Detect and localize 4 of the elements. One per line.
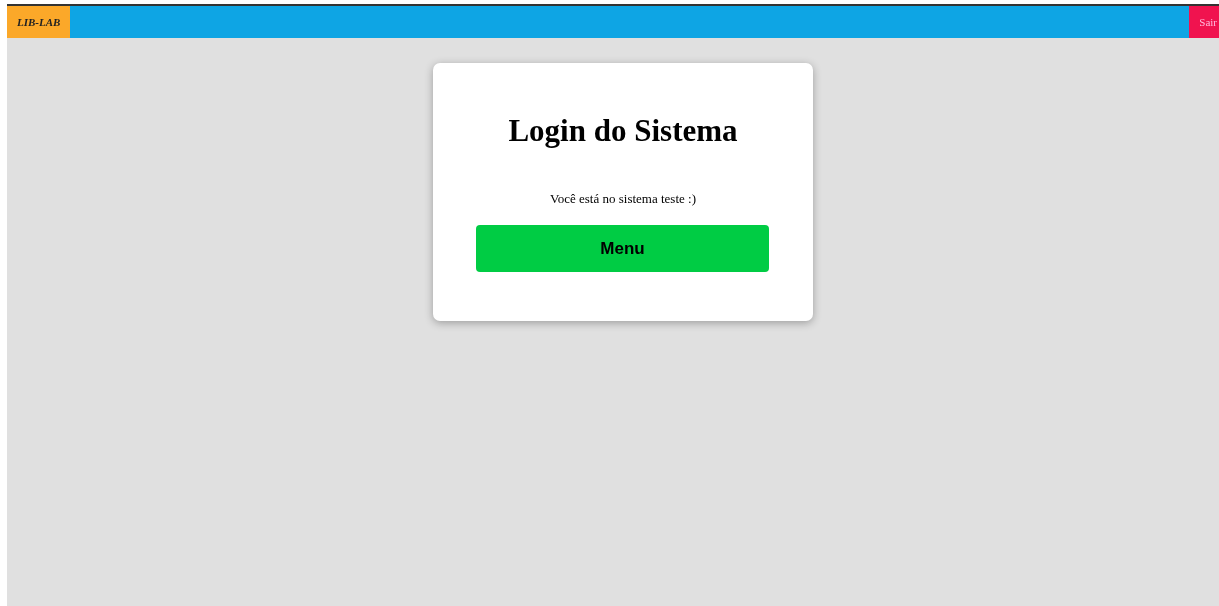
brand-link[interactable]: LIB-LAB xyxy=(7,6,71,38)
card-title: Login do Sistema xyxy=(508,112,738,150)
menu-button[interactable]: Menu xyxy=(476,225,769,272)
welcome-message: Você está no sistema teste :) xyxy=(550,191,696,207)
